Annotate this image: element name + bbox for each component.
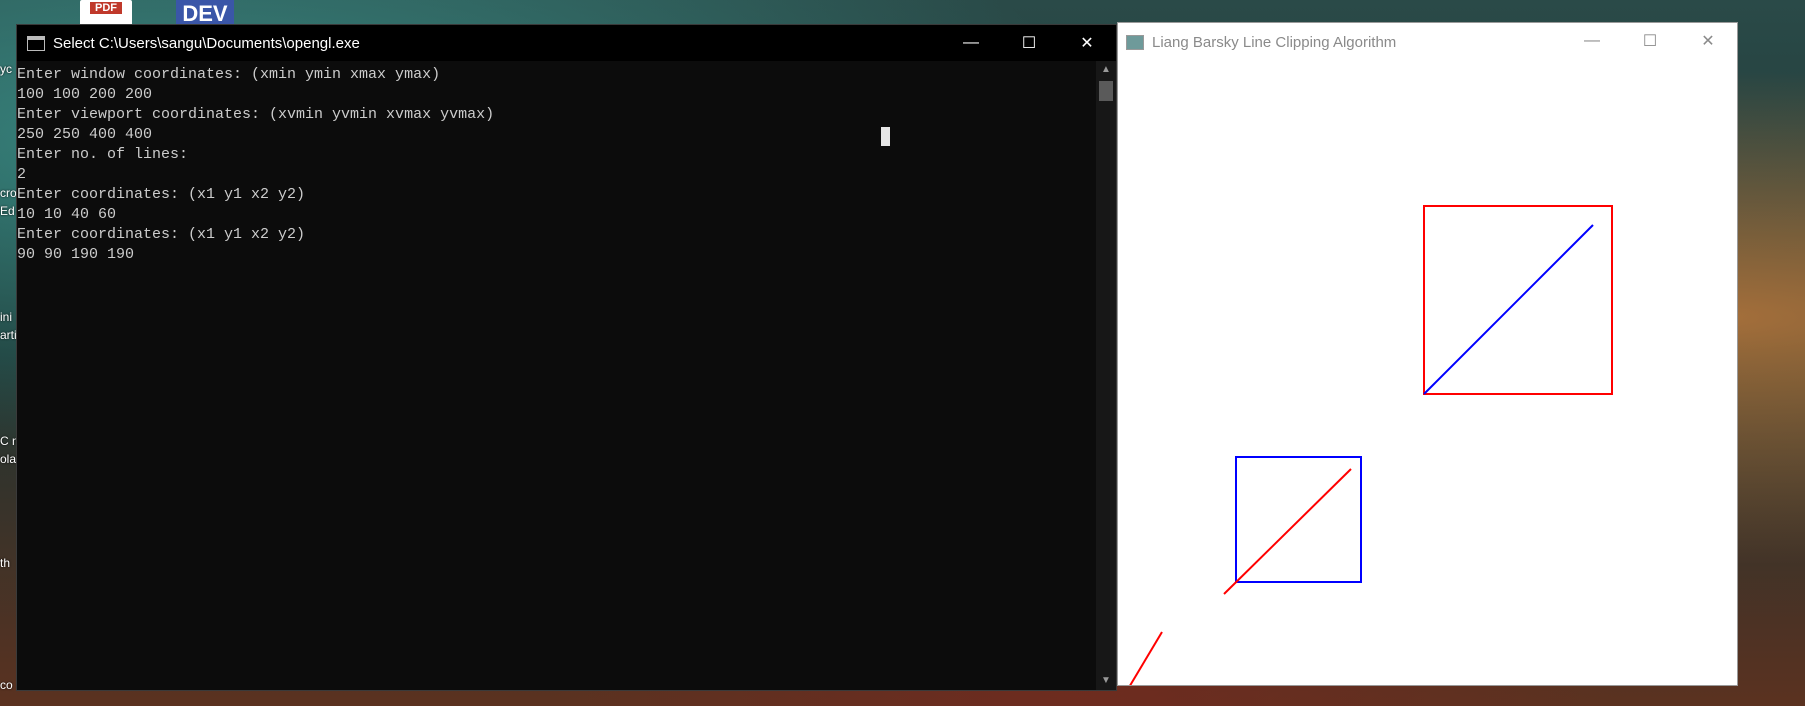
desktop-icon-label[interactable]: Ed [0, 204, 15, 218]
desktop-icon-label[interactable]: arti [0, 328, 17, 342]
scroll-down-arrow-icon[interactable]: ▼ [1096, 672, 1116, 690]
desktop-icon-label[interactable]: cro [0, 186, 17, 200]
gl-window-controls: — ☐ ✕ [1563, 23, 1737, 59]
viewport-clipped-line [1423, 224, 1594, 395]
close-button[interactable]: ✕ [1679, 23, 1737, 59]
console-window-controls: — ☐ ✕ [942, 25, 1116, 61]
console-app-icon [27, 35, 45, 51]
console-line: 250 250 400 400 [17, 126, 153, 143]
maximize-button[interactable]: ☐ [1621, 23, 1679, 59]
console-output[interactable]: Enter window coordinates: (xmin ymin xma… [17, 61, 1096, 690]
maximize-button[interactable]: ☐ [1000, 25, 1058, 61]
desktop-icon-label[interactable]: co [0, 678, 13, 692]
console-line: 10 10 40 60 [17, 206, 117, 223]
gl-app-icon [1126, 34, 1144, 50]
desktop-icon-label[interactable]: th [0, 556, 10, 570]
console-window[interactable]: Select C:\Users\sangu\Documents\opengl.e… [16, 24, 1117, 691]
gl-window-titlebar[interactable]: Liang Barsky Line Clipping Algorithm — ☐… [1118, 23, 1737, 61]
vertical-scrollbar[interactable]: ▲ ▼ [1096, 61, 1116, 690]
scroll-thumb[interactable] [1099, 81, 1113, 101]
console-title: Select C:\Users\sangu\Documents\opengl.e… [53, 34, 360, 52]
console-line: 2 [17, 166, 27, 183]
console-line: Enter coordinates: (x1 y1 x2 y2) [17, 186, 306, 203]
console-line: Enter viewport coordinates: (xvmin yvmin… [17, 106, 495, 123]
console-line: Enter no. of lines: [17, 146, 189, 163]
desktop-icon-label[interactable]: yc [0, 62, 12, 76]
desktop-icon-label[interactable]: ola [0, 452, 16, 466]
minimize-button[interactable]: — [1563, 23, 1621, 59]
console-line: 90 90 190 190 [17, 246, 135, 263]
input-line-1 [1129, 631, 1163, 685]
gl-window[interactable]: Liang Barsky Line Clipping Algorithm — ☐… [1117, 22, 1738, 686]
console-line: 100 100 200 200 [17, 86, 153, 103]
gl-canvas [1129, 205, 1613, 685]
input-line-2 [1223, 468, 1352, 595]
minimize-button[interactable]: — [942, 25, 1000, 61]
console-line: Enter window coordinates: (xmin ymin xma… [17, 66, 441, 83]
desktop-icon-label[interactable]: ini [0, 310, 12, 324]
pdf-desktop-icon[interactable]: PDF [80, 0, 132, 26]
text-cursor [881, 127, 890, 146]
close-button[interactable]: ✕ [1058, 25, 1116, 61]
scroll-up-arrow-icon[interactable]: ▲ [1096, 61, 1116, 79]
console-line: Enter coordinates: (x1 y1 x2 y2) [17, 226, 306, 243]
gl-window-title: Liang Barsky Line Clipping Algorithm [1152, 33, 1397, 51]
pdf-icon-label: PDF [90, 2, 122, 14]
console-titlebar[interactable]: Select C:\Users\sangu\Documents\opengl.e… [17, 25, 1116, 61]
